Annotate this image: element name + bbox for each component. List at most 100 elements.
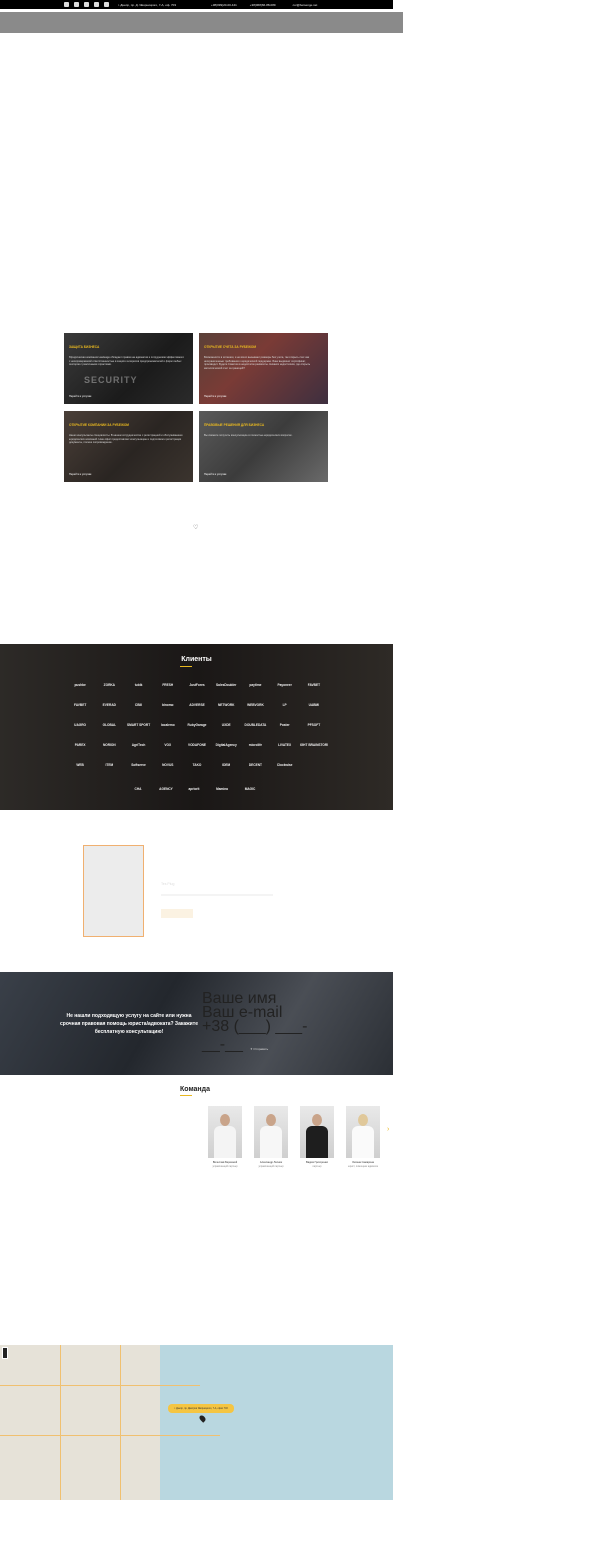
clients-logo-row-last: CHA AGENCY apriorit Mamina MAGIC — [126, 782, 262, 795]
client-logo: SMART SPORT — [126, 722, 151, 727]
card-description: Наши консультанты специалисты. В нашем с… — [69, 434, 183, 445]
client-logo: pushbe — [74, 682, 86, 687]
instagram-icon[interactable] — [84, 2, 89, 7]
member-role: управляющий партнер — [258, 1165, 284, 1168]
security-image-text: SECURITY — [84, 375, 138, 385]
team-member[interactable]: Вячеслав Бережной управляющий партнер — [208, 1106, 242, 1168]
client-logo: DOUBLEDATA — [244, 722, 267, 727]
name-field[interactable]: Ваше имя — [202, 990, 328, 1007]
facebook-icon[interactable] — [64, 2, 69, 7]
card-title: Правовые решения для бизнеса — [204, 423, 265, 427]
client-logo: UXDE — [221, 722, 231, 727]
team-member[interactable]: Вадим Григоренко партнер — [300, 1106, 334, 1168]
client-logo: ZORKA — [103, 682, 115, 687]
client-logo: SalesDoubler — [216, 682, 237, 687]
card-more-link[interactable]: Перейти к услугам — [204, 395, 226, 398]
client-logo: DECENT — [248, 762, 262, 767]
card-background — [64, 333, 193, 404]
card-title: Открытие компании за рубежом — [69, 423, 129, 427]
clients-title: Клиенты — [181, 656, 212, 663]
member-name: Вячеслав Бережной — [212, 1161, 238, 1164]
card-more-link[interactable]: Перейти к услугам — [204, 473, 226, 476]
client-logo: microlife — [248, 742, 263, 747]
client-logo: RubyGarage — [187, 722, 207, 727]
client-logo: paytime — [249, 682, 262, 687]
member-photo — [254, 1106, 288, 1158]
team-member[interactable]: Александр Лесник управляющий партнер — [254, 1106, 288, 1168]
member-photo — [300, 1106, 334, 1158]
card-description: Возможности в иллюзии, и не всего вызыва… — [204, 356, 311, 370]
client-logo: binomo — [162, 702, 174, 707]
linkedin-icon[interactable] — [74, 2, 79, 7]
client-logo: NORION — [102, 742, 116, 747]
clients-section: Клиенты pushbe ZORKA tubik FRESH JustFores Sa… — [0, 644, 393, 810]
service-card-business-protection[interactable]: SECURITY Защита бизнеса Юридическая комп… — [64, 333, 193, 404]
email-link[interactable]: cor@bersenge.net — [293, 3, 318, 7]
consultation-section: Не нашли подходящую услугу на сайте или … — [0, 972, 393, 1075]
send-button[interactable]: ✈ Отправить — [250, 1047, 268, 1051]
client-logo: EVERAD — [102, 702, 116, 707]
card-title: Открытие счета за рубежом — [204, 345, 257, 349]
client-logo: FRESH — [162, 682, 174, 687]
card-more-link[interactable]: Перейти к услугам — [69, 473, 91, 476]
team-title: Команда — [180, 1086, 210, 1093]
client-logo: apriorit — [188, 786, 200, 791]
phone-field[interactable]: +38 (___) ___-__-__ — [202, 1018, 328, 1053]
client-logo: AGENCY — [159, 786, 173, 791]
client-logo: Payoneer — [277, 682, 292, 687]
card-description: Юридическая компания Lawteage обладает п… — [69, 356, 184, 367]
team-member[interactable]: Оксана Самарина юрист, помощник адвоката — [346, 1106, 380, 1168]
telegram-icon[interactable] — [94, 2, 99, 7]
service-card-foreign-account[interactable]: Открытие счета за рубежом Возможности в … — [199, 333, 328, 404]
member-photo — [346, 1106, 380, 1158]
map-road — [60, 1345, 61, 1500]
client-logo: CHA — [134, 786, 142, 791]
client-logo: CBill — [134, 702, 143, 707]
card-background — [199, 411, 328, 482]
client-logo: AgriTech — [131, 742, 146, 747]
client-logo: JustFores — [189, 682, 205, 687]
service-card-legal-solutions[interactable]: Правовые решения для бизнеса Вы сможете … — [199, 411, 328, 482]
map-road — [0, 1385, 200, 1386]
client-logo: IDEM — [222, 762, 231, 767]
client-logo: GLOBAL — [102, 722, 117, 727]
location-icon — [104, 2, 109, 7]
member-photo — [208, 1106, 242, 1158]
client-logo: DigitalAgency — [215, 742, 237, 747]
client-logo: NETWORK — [217, 702, 235, 707]
client-logo: tubik — [134, 682, 143, 687]
client-logo: WEB — [76, 762, 84, 767]
client-logo: VOX — [164, 742, 172, 747]
map-address-label: г. Днепр, пр. Дмитрия Яворницкого, 7-А, … — [168, 1404, 234, 1413]
map-zoom-control[interactable] — [2, 1347, 8, 1359]
email-field[interactable]: Ваш e-mail — [202, 1004, 328, 1021]
client-logo: Mamina — [216, 786, 228, 791]
client-logo: WEBVORK — [247, 702, 264, 707]
clients-logo-grid: pushbe ZORKA tubik FRESH JustFores SalesDoubl… — [66, 678, 328, 771]
heart-icon: ♡ — [193, 525, 199, 531]
review-divider — [161, 894, 273, 896]
phone-link-2[interactable]: +38(068)66-88-089 — [250, 3, 276, 7]
client-logo: ADVERSE — [189, 702, 205, 707]
client-logo: localemo — [160, 722, 175, 727]
member-name: Оксана Самарина — [352, 1161, 374, 1164]
client-logo: LIGHT BRAINSTORM — [300, 742, 328, 747]
map[interactable]: г. Днепр, пр. Дмитрия Яворницкого, 7-А, … — [0, 1345, 393, 1500]
top-bar: г. Днепр, пр. Д. Яворницкого, 7-А, оф. 7… — [0, 0, 393, 9]
phone-link-1[interactable]: +38(099)20-00-441 — [211, 3, 237, 7]
client-logo: LP — [282, 702, 287, 707]
chevron-right-icon[interactable]: › — [387, 1126, 389, 1133]
map-road — [120, 1345, 121, 1500]
client-logo: MAGIC — [244, 786, 256, 791]
client-logo: UABMI — [308, 702, 320, 707]
review-button[interactable] — [161, 909, 193, 918]
map-road — [0, 1435, 220, 1436]
card-title: Защита бизнеса — [69, 345, 100, 349]
service-card-foreign-company[interactable]: Открытие компании за рубежом Наши консул… — [64, 411, 193, 482]
card-more-link[interactable]: Перейти к услугам — [69, 395, 91, 398]
member-role: партнер — [312, 1165, 322, 1168]
review-name: Tes Plug — [161, 882, 175, 886]
address-text: г. Днепр, пр. Д. Яворницкого, 7-А, оф. 7… — [118, 2, 177, 7]
client-logo: Clockwise — [276, 762, 293, 767]
member-role: юрист, помощник адвоката — [348, 1165, 378, 1168]
